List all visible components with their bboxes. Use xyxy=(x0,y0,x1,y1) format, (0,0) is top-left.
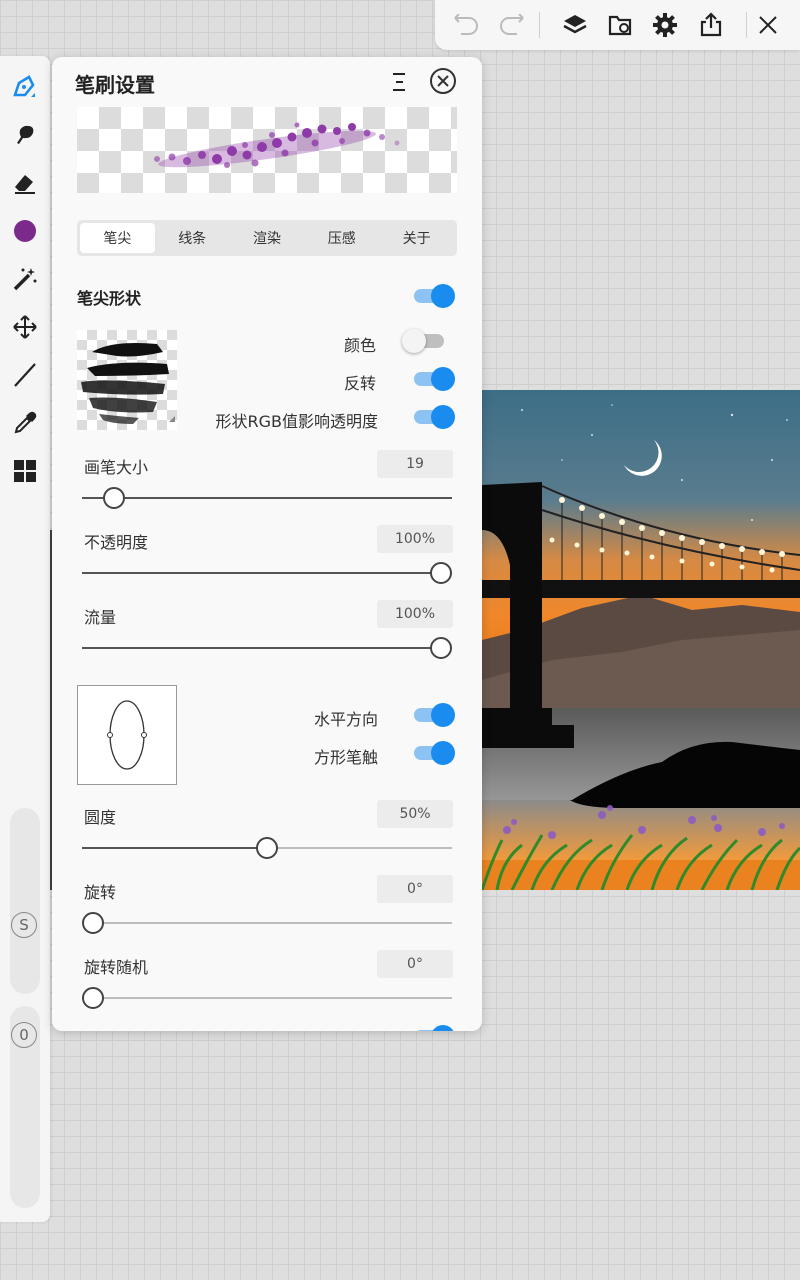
slider-thumb[interactable] xyxy=(82,987,104,1009)
rotation-random-label: 旋转随机 xyxy=(84,958,149,977)
rotation-slider[interactable] xyxy=(82,911,452,935)
brush-size-value[interactable]: 19 xyxy=(377,450,453,478)
next-toggle[interactable] xyxy=(414,1025,455,1031)
toolbar-divider xyxy=(539,12,540,38)
canvas-artwork[interactable] xyxy=(482,390,800,890)
opacity-slider[interactable] xyxy=(82,561,452,585)
color-label: 颜色 xyxy=(343,336,376,355)
eyedropper-icon[interactable] xyxy=(9,407,41,439)
layers-icon[interactable] xyxy=(560,10,590,40)
flow-value[interactable]: 100% xyxy=(377,600,453,628)
settings-icon[interactable] xyxy=(650,10,680,40)
rotation-label: 旋转 xyxy=(84,883,117,902)
rotation-random-value[interactable]: 0° xyxy=(377,950,453,978)
size-slider[interactable] xyxy=(10,808,40,994)
brush-settings-panel: 笔刷设置 笔尖 线条 渲染 压感 关于 笔尖形状 颜色 反转 形状RGB值影响透… xyxy=(52,57,482,1031)
size-label: S xyxy=(11,912,37,938)
panel-title: 笔刷设置 xyxy=(75,73,155,97)
menu-icon[interactable] xyxy=(389,70,409,94)
tip-angle-preview[interactable] xyxy=(77,685,177,785)
square-tip-toggle[interactable] xyxy=(414,741,455,765)
share-icon[interactable] xyxy=(696,10,726,40)
color-toggle[interactable] xyxy=(402,329,444,353)
square-tip-label: 方形笔触 xyxy=(313,748,378,767)
roundness-slider[interactable] xyxy=(82,836,452,860)
tab-tip[interactable]: 笔尖 xyxy=(80,223,155,253)
rotation-value[interactable]: 0° xyxy=(377,875,453,903)
slider-line xyxy=(82,572,452,574)
opacity-value[interactable]: 100% xyxy=(377,525,453,553)
tab-about[interactable]: 关于 xyxy=(379,223,454,253)
slider-line xyxy=(82,997,452,999)
smudge-icon[interactable] xyxy=(9,119,41,151)
toolbar-divider xyxy=(746,12,747,38)
brush-icon[interactable] xyxy=(9,71,41,103)
grid-icon[interactable] xyxy=(9,455,41,487)
brush-stroke-preview xyxy=(77,107,457,193)
slider-thumb[interactable] xyxy=(256,837,278,859)
slider-thumb[interactable] xyxy=(103,487,125,509)
slider-thumb[interactable] xyxy=(430,562,452,584)
roundness-value[interactable]: 50% xyxy=(377,800,453,828)
top-toolbar xyxy=(435,0,800,50)
opacity-label: 不透明度 xyxy=(84,533,149,552)
slider-line-empty xyxy=(267,847,452,849)
flow-slider[interactable] xyxy=(82,636,452,660)
slider-line xyxy=(82,647,452,649)
slider-line xyxy=(82,922,452,924)
flow-label: 流量 xyxy=(84,608,117,627)
close-icon[interactable] xyxy=(753,10,783,40)
left-toolbar: S 0 xyxy=(0,56,50,1222)
rgb-alpha-label: 形状RGB值影响透明度 xyxy=(215,412,379,431)
invert-label: 反转 xyxy=(343,374,376,393)
tip-shape-thumbnail[interactable] xyxy=(77,330,177,430)
redo-icon[interactable] xyxy=(497,10,527,40)
brush-size-label: 画笔大小 xyxy=(84,458,149,477)
undo-icon[interactable] xyxy=(451,10,481,40)
tip-shape-toggle[interactable] xyxy=(414,284,455,308)
invert-toggle[interactable] xyxy=(414,367,455,391)
color-icon[interactable] xyxy=(9,215,41,247)
move-icon[interactable] xyxy=(9,311,41,343)
tab-pressure[interactable]: 压感 xyxy=(304,223,379,253)
close-panel-button[interactable] xyxy=(430,68,456,94)
horizontal-toggle[interactable] xyxy=(414,703,455,727)
opacity-label: 0 xyxy=(11,1022,37,1048)
tab-render[interactable]: 渲染 xyxy=(230,223,305,253)
brush-size-slider[interactable] xyxy=(82,486,452,510)
magic-wand-icon[interactable] xyxy=(9,263,41,295)
line-icon[interactable] xyxy=(9,359,41,391)
rgb-alpha-toggle[interactable] xyxy=(414,405,455,429)
horizontal-label: 水平方向 xyxy=(313,710,378,729)
slider-thumb[interactable] xyxy=(430,637,452,659)
rotation-random-slider[interactable] xyxy=(82,986,452,1010)
section-title: 笔尖形状 xyxy=(77,289,142,308)
settings-tabs: 笔尖 线条 渲染 压感 关于 xyxy=(77,220,457,256)
tab-stroke[interactable]: 线条 xyxy=(155,223,230,253)
eraser-icon[interactable] xyxy=(9,167,41,199)
roundness-label: 圆度 xyxy=(84,808,117,827)
slider-line xyxy=(82,497,452,499)
slider-thumb[interactable] xyxy=(82,912,104,934)
gallery-icon[interactable] xyxy=(605,10,635,40)
